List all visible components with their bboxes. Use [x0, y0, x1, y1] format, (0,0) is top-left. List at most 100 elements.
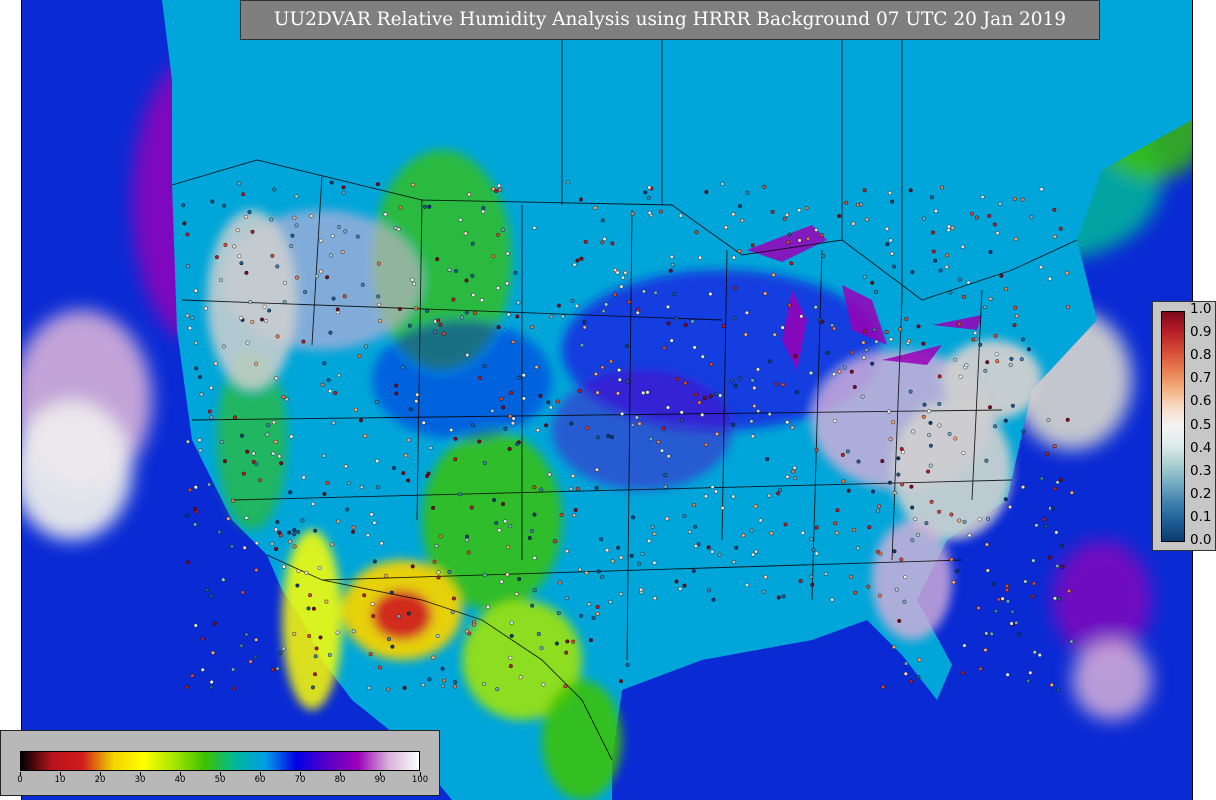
station-dot [915, 532, 920, 537]
station-dot [617, 377, 622, 382]
station-dot [749, 528, 754, 533]
station-dot [871, 489, 876, 494]
station-dot [1054, 530, 1059, 535]
station-dot [988, 405, 993, 410]
station-dot [266, 423, 271, 428]
station-dot [281, 395, 286, 400]
station-dot [988, 296, 993, 301]
station-dot [658, 209, 663, 214]
station-dot [536, 631, 541, 636]
station-dot [466, 550, 471, 555]
station-dot [840, 452, 845, 457]
station-dot [565, 639, 570, 644]
station-dot [529, 528, 534, 533]
station-dot [497, 528, 502, 533]
station-dot [846, 488, 851, 493]
station-dot [355, 234, 360, 239]
station-dot [1010, 609, 1015, 614]
station-dot [546, 400, 551, 405]
station-dot [506, 545, 511, 550]
station-dot [789, 261, 794, 266]
station-dot [351, 529, 356, 534]
station-dot [904, 661, 909, 666]
station-dot [277, 530, 282, 535]
station-dot [386, 687, 391, 692]
station-dot [1026, 679, 1031, 684]
station-dot [509, 633, 514, 638]
station-dot [440, 684, 445, 689]
station-dot [511, 416, 516, 421]
station-dot [604, 302, 609, 307]
station-dot [406, 438, 411, 443]
station-dot [630, 211, 635, 216]
station-dot [209, 385, 214, 390]
station-dot [411, 182, 416, 187]
station-dot [946, 228, 951, 233]
station-dot [1009, 356, 1014, 361]
station-dot [294, 223, 299, 228]
station-dot [929, 499, 934, 504]
station-dot [245, 449, 250, 454]
station-dot [745, 190, 750, 195]
station-dot [358, 418, 363, 423]
station-dot [949, 512, 954, 517]
station-dot [563, 684, 568, 689]
station-dot [345, 507, 350, 512]
station-dot [928, 420, 933, 425]
station-dot [232, 415, 237, 420]
station-dot [610, 241, 615, 246]
station-dot [530, 603, 535, 608]
station-dot [862, 329, 867, 334]
station-dot [601, 309, 606, 314]
station-dot [210, 650, 215, 655]
station-dot [819, 233, 824, 238]
station-dot [692, 503, 697, 508]
station-dot [715, 431, 720, 436]
station-dot [618, 592, 623, 597]
station-dot [518, 675, 523, 680]
station-dot [1066, 589, 1071, 594]
station-dot [427, 677, 432, 682]
station-dot [568, 486, 573, 491]
station-dot [486, 604, 491, 609]
station-dot [254, 637, 259, 642]
station-dot [539, 487, 544, 492]
station-dot [357, 354, 362, 359]
station-dot [314, 274, 319, 279]
station-dot [402, 685, 407, 690]
station-dot [710, 485, 715, 490]
station-dot [262, 304, 267, 309]
station-dot [575, 486, 580, 491]
station-dot [292, 532, 297, 537]
station-dot [693, 544, 698, 549]
station-dot [708, 292, 713, 297]
station-dot [559, 512, 564, 517]
station-dot [599, 537, 604, 542]
station-dot [324, 599, 329, 604]
station-dot [595, 390, 600, 395]
station-dot [454, 269, 459, 274]
station-dot [265, 432, 270, 437]
station-dot [470, 273, 475, 278]
station-dot [410, 277, 415, 282]
station-dot [856, 546, 861, 551]
station-dot [762, 184, 767, 189]
station-dot [908, 188, 913, 193]
station-dot [583, 239, 588, 244]
station-dot [322, 361, 327, 366]
station-dot [308, 593, 313, 598]
station-dot [245, 340, 250, 345]
station-dot [506, 312, 511, 317]
station-dot [600, 574, 605, 579]
station-dot [666, 454, 671, 459]
station-dot [993, 333, 998, 338]
station-dot [197, 438, 202, 443]
station-dot [814, 227, 819, 232]
station-dot [509, 620, 514, 625]
station-dot [564, 549, 569, 554]
station-dot [548, 405, 553, 410]
station-dot [754, 549, 759, 554]
station-dot [1026, 347, 1031, 352]
station-dot [648, 436, 653, 441]
station-dot [450, 610, 455, 615]
